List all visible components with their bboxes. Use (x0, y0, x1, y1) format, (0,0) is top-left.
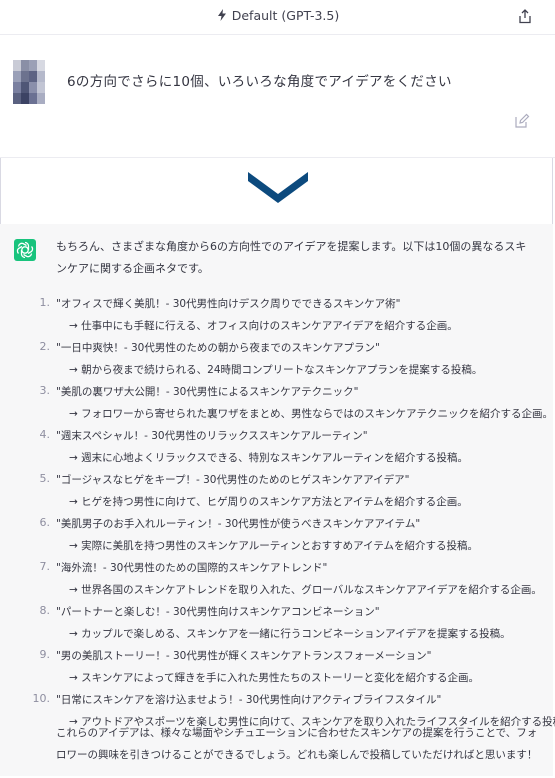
model-label: Default (GPT-3.5) (231, 8, 340, 23)
item-title: "美肌の裏ワザ大公開！- 30代男性によるスキンケアテクニック" (56, 386, 359, 398)
list-item: 9. "男の美肌ストーリー！- 30代男性が輝くスキンケアトランスフォーメーショ… (0, 644, 553, 688)
item-number: 7. (39, 560, 51, 573)
assistant-intro: もちろん、さまざまな角度から6の方向性でのアイデアを提案します。以下は10個の異… (56, 240, 527, 275)
item-description: → 仕事中にも手軽に行える、オフィス向けのスキンケアアイデアを紹介する企画。 (69, 320, 458, 332)
list-item: 4. "週末スペシャル！- 30代男性のリラックススキンケアルーティン" → 週… (0, 424, 553, 468)
item-description: → カップルで楽しめる、スキンケアを一緒に行うコンビネーションアイデアを提案する… (69, 628, 511, 640)
item-title: "海外流！- 30代男性のための国際的スキンケアトレンド" (56, 562, 328, 574)
list-item: 5. "ゴージャスなヒゲをキープ！- 30代男性のためのヒゲスキンケアアイデア"… (0, 468, 553, 512)
assistant-message: もちろん、さまざまな角度から6の方向性でのアイデアを提案します。以下は10個の異… (0, 224, 555, 776)
assistant-outro: これらのアイデアは、様々な場面やシチュエーションに合わせたスキンケアの提案を行う… (56, 727, 538, 761)
item-title: "ゴージャスなヒゲをキープ！- 30代男性のためのヒゲスキンケアアイデア" (56, 474, 410, 486)
item-description: → 世界各国のスキンケアトレンドを取り入れた、グローバルなスキンケアアイデアを紹… (69, 584, 542, 596)
list-item: 8. "パートナーと楽しむ！- 30代男性向けスキンケアコンビネーション" → … (0, 600, 553, 644)
user-avatar (13, 60, 45, 104)
bolt-icon (217, 9, 226, 21)
item-number: 2. (39, 340, 51, 353)
item-number: 6. (39, 516, 51, 529)
item-number: 9. (39, 648, 51, 661)
item-description: → 朝から夜まで続けられる、24時間コンプリートなスキンケアプランを提案する投稿… (69, 364, 483, 376)
item-title: "週末スペシャル！- 30代男性のリラックススキンケアルーティン" (56, 430, 368, 442)
item-title: "オフィスで輝く美肌！- 30代男性向けデスク周りでできるスキンケア術" (56, 298, 401, 310)
list-item: 3. "美肌の裏ワザ大公開！- 30代男性によるスキンケアテクニック" → フォ… (0, 380, 554, 424)
item-description: → スキンケアによって輝きを手に入れた男性たちのストーリーと変化を紹介する企画。 (69, 672, 479, 684)
top-bar: Default (GPT-3.5) (0, 0, 555, 35)
item-description: → 週末に心地よくリラックスできる、特別なスキンケアルーティンを紹介する投稿。 (69, 452, 469, 464)
item-number: 1. (39, 296, 51, 309)
user-message: 6の方向でさらに10個、いろいろな角度でアイデアをください (0, 35, 555, 158)
item-number: 4. (39, 428, 51, 441)
item-number: 5. (39, 472, 51, 485)
chevron-down-icon (248, 172, 308, 203)
item-title: "男の美肌ストーリー！- 30代男性が輝くスキンケアトランスフォーメーション" (56, 650, 432, 662)
model-selector[interactable]: Default (GPT-3.5) (0, 8, 555, 23)
edit-icon[interactable] (514, 113, 530, 129)
item-description: → 実際に美肌を持つ男性のスキンケアルーティンとおすすめアイテムを紹介する投稿。 (69, 540, 479, 552)
item-description: → ヒゲを持つ男性に向けて、ヒゲ周りのスキンケア方法とアイテムを紹介する企画。 (69, 496, 468, 508)
idea-list: 1. "オフィスで輝く美肌！- 30代男性向けデスク周りでできるスキンケア術" … (0, 292, 555, 732)
item-title: "一日中爽快！- 30代男性のための朝から夜までのスキンケアプラン" (56, 342, 380, 354)
item-title: "美肌男子のお手入れルーティン！- 30代男性が使うべきスキンケアアイテム" (56, 518, 421, 530)
share-icon[interactable] (518, 9, 532, 24)
item-number: 3. (39, 384, 51, 397)
list-item: 6. "美肌男子のお手入れルーティン！- 30代男性が使うべきスキンケアアイテム… (0, 512, 553, 556)
list-item: 1. "オフィスで輝く美肌！- 30代男性向けデスク周りでできるスキンケア術" … (0, 292, 553, 336)
list-item: 2. "一日中爽快！- 30代男性のための朝から夜までのスキンケアプラン" → … (0, 336, 553, 380)
item-description: → フォロワーから寄せられた裏ワザをまとめ、男性ならではのスキンケアテクニックを… (69, 408, 554, 420)
openai-logo-icon (14, 239, 36, 261)
item-title: "パートナーと楽しむ！- 30代男性向けスキンケアコンビネーション" (56, 606, 380, 618)
user-message-text: 6の方向でさらに10個、いろいろな角度でアイデアをください (67, 74, 452, 90)
item-title: "日常にスキンケアを溶け込ませよう！- 30代男性向けアクティブライフスタイル" (56, 694, 442, 706)
item-number: 8. (39, 604, 51, 617)
item-number: 10. (32, 692, 51, 705)
list-item: 7. "海外流！- 30代男性のための国際的スキンケアトレンド" → 世界各国の… (0, 556, 553, 600)
